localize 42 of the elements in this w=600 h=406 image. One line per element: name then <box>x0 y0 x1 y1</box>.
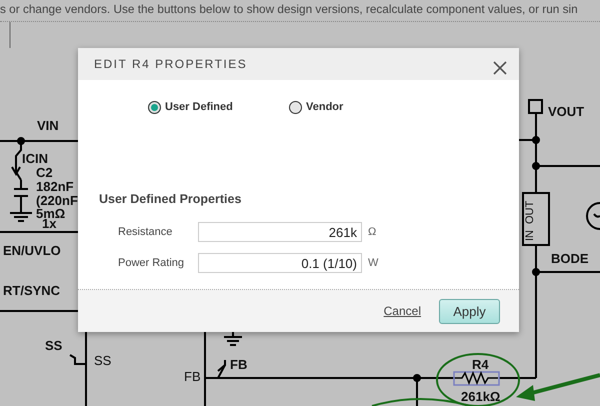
dialog-title: EDIT R4 PROPERTIES <box>94 57 248 71</box>
input-field[interactable]: 0.1 (1/10) <box>198 253 362 273</box>
radio-option[interactable]: Vendor <box>289 100 430 114</box>
net-label: BODE <box>551 251 589 266</box>
net-label: 261kΩ <box>461 389 500 404</box>
unit-label: Ω <box>368 226 376 238</box>
net-label: EN/UVLO <box>3 243 61 258</box>
port-label: IN <box>524 230 536 241</box>
net-label: 182nF <box>36 179 74 194</box>
net-label: R4 <box>472 357 489 372</box>
radio-button[interactable] <box>289 100 302 114</box>
ground-icon <box>224 332 242 346</box>
radio-option[interactable]: User Defined <box>148 100 289 114</box>
instruction-text: s or change vendors. Use the buttons below to show design versions, recalculate component values, or run sin <box>0 1 578 17</box>
net-label: ICIN <box>22 151 48 166</box>
net-label: VOUT <box>548 104 584 119</box>
port-label: OUT <box>524 200 536 224</box>
radio-label: User Defined <box>165 101 233 113</box>
radio-label: Vendor <box>306 101 344 113</box>
net-label: VIN <box>37 118 59 133</box>
net-label: (220nF <box>36 193 78 208</box>
pin-label: SS <box>94 353 112 368</box>
cancel-link[interactable]: Cancel <box>384 304 421 318</box>
output-port-icon <box>528 99 543 114</box>
net-label: SS <box>45 338 62 353</box>
ground-icon <box>10 212 32 222</box>
source-icon <box>586 202 600 230</box>
bode-block <box>522 192 550 246</box>
field-label: Resistance <box>118 226 174 238</box>
apply-button[interactable]: Apply <box>439 298 500 324</box>
pin-label: FB <box>184 369 201 384</box>
resistor-icon <box>453 370 500 386</box>
radio-button[interactable] <box>148 100 161 114</box>
unit-label: W <box>368 257 378 269</box>
net-label: C2 <box>36 165 53 180</box>
net-label: RT/SYNC <box>3 283 60 298</box>
net-label: FB <box>230 357 248 372</box>
field-label: Power Rating <box>118 257 186 269</box>
capacitor-icon <box>14 180 28 213</box>
section-title: User Defined Properties <box>99 192 242 208</box>
input-field[interactable]: 261k <box>198 222 362 242</box>
close-icon[interactable] <box>493 61 507 75</box>
